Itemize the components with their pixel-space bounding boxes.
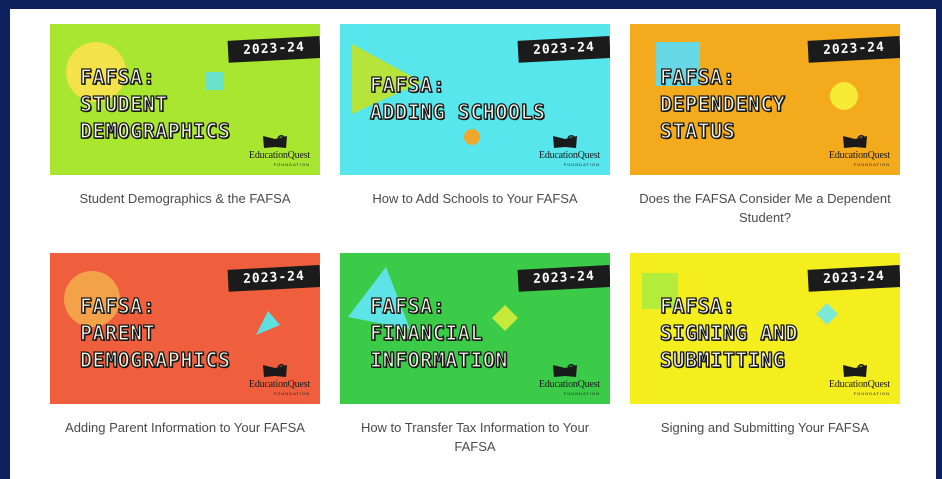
video-card-parent-demographics[interactable]: 2023-24 FAFSA: PARENT DEMOGRAPHICS Educa… (50, 253, 320, 463)
video-title-link[interactable]: Adding Parent Information to Your FAFSA (50, 418, 320, 437)
video-thumbnail[interactable]: 2023-24 FAFSA: STUDENT DEMOGRAPHICS Educ… (50, 24, 320, 175)
open-book-icon (553, 135, 577, 148)
brand-subtitle: FOUNDATION (273, 162, 310, 167)
video-card-student-demographics[interactable]: 2023-24 FAFSA: STUDENT DEMOGRAPHICS Educ… (50, 24, 320, 234)
year-banner: 2023-24 (227, 265, 320, 292)
video-title-link[interactable]: Signing and Submitting Your FAFSA (630, 418, 900, 437)
year-banner: 2023-24 (807, 265, 900, 292)
brand-subtitle: FOUNDATION (563, 162, 600, 167)
video-card-signing-and-submitting[interactable]: 2023-24 FAFSA: SIGNING AND SUBMITTING Ed… (630, 253, 900, 463)
video-gallery: 2023-24 FAFSA: STUDENT DEMOGRAPHICS Educ… (10, 9, 936, 479)
thumbnail-heading: FAFSA: DEPENDENCY STATUS (659, 64, 786, 143)
thumbnail-heading: FAFSA: ADDING SCHOOLS (369, 72, 546, 124)
brand-subtitle: FOUNDATION (273, 391, 310, 396)
brand-logo: EducationQuest FOUNDATION (810, 135, 890, 167)
video-card-dependency-status[interactable]: 2023-24 FAFSA: DEPENDENCY STATUS Educati… (630, 24, 900, 234)
year-banner: 2023-24 (807, 36, 900, 63)
brand-name: EducationQuest (248, 150, 310, 161)
brand-name: EducationQuest (248, 379, 310, 390)
brand-subtitle: FOUNDATION (563, 391, 600, 396)
thumbnail-heading: FAFSA: SIGNING AND SUBMITTING (659, 293, 798, 372)
video-title-link[interactable]: How to Transfer Tax Information to Your … (340, 418, 610, 456)
thumbnail-heading: FAFSA: STUDENT DEMOGRAPHICS (79, 64, 231, 143)
brand-logo: EducationQuest FOUNDATION (520, 364, 600, 396)
open-book-icon (843, 135, 867, 148)
video-title-link[interactable]: How to Add Schools to Your FAFSA (340, 189, 610, 208)
brand-subtitle: FOUNDATION (853, 391, 890, 396)
video-title-link[interactable]: Does the FAFSA Consider Me a Dependent S… (630, 189, 900, 227)
brand-name: EducationQuest (828, 379, 890, 390)
open-book-icon (553, 364, 577, 377)
video-thumbnail[interactable]: 2023-24 FAFSA: FINANCIAL INFORMATION Edu… (340, 253, 610, 404)
open-book-icon (843, 364, 867, 377)
brand-subtitle: FOUNDATION (853, 162, 890, 167)
open-book-icon (263, 364, 287, 377)
brand-name: EducationQuest (538, 379, 600, 390)
open-book-icon (263, 135, 287, 148)
brand-name: EducationQuest (538, 150, 600, 161)
brand-logo: EducationQuest FOUNDATION (520, 135, 600, 167)
brand-logo: EducationQuest FOUNDATION (230, 135, 310, 167)
year-banner: 2023-24 (517, 36, 610, 63)
brand-logo: EducationQuest FOUNDATION (230, 364, 310, 396)
video-card-adding-schools[interactable]: 2023-24 FAFSA: ADDING SCHOOLS EducationQ… (340, 24, 610, 234)
brand-logo: EducationQuest FOUNDATION (810, 364, 890, 396)
video-thumbnail[interactable]: 2023-24 FAFSA: SIGNING AND SUBMITTING Ed… (630, 253, 900, 404)
video-thumbnail[interactable]: 2023-24 FAFSA: PARENT DEMOGRAPHICS Educa… (50, 253, 320, 404)
circle-shape (464, 129, 480, 145)
video-title-link[interactable]: Student Demographics & the FAFSA (50, 189, 320, 208)
year-banner: 2023-24 (517, 265, 610, 292)
video-thumbnail[interactable]: 2023-24 FAFSA: DEPENDENCY STATUS Educati… (630, 24, 900, 175)
year-banner: 2023-24 (227, 36, 320, 63)
video-thumbnail[interactable]: 2023-24 FAFSA: ADDING SCHOOLS EducationQ… (340, 24, 610, 175)
thumbnail-heading: FAFSA: PARENT DEMOGRAPHICS (79, 293, 231, 372)
brand-name: EducationQuest (828, 150, 890, 161)
video-card-financial-information[interactable]: 2023-24 FAFSA: FINANCIAL INFORMATION Edu… (340, 253, 610, 463)
thumbnail-heading: FAFSA: FINANCIAL INFORMATION (369, 293, 508, 372)
